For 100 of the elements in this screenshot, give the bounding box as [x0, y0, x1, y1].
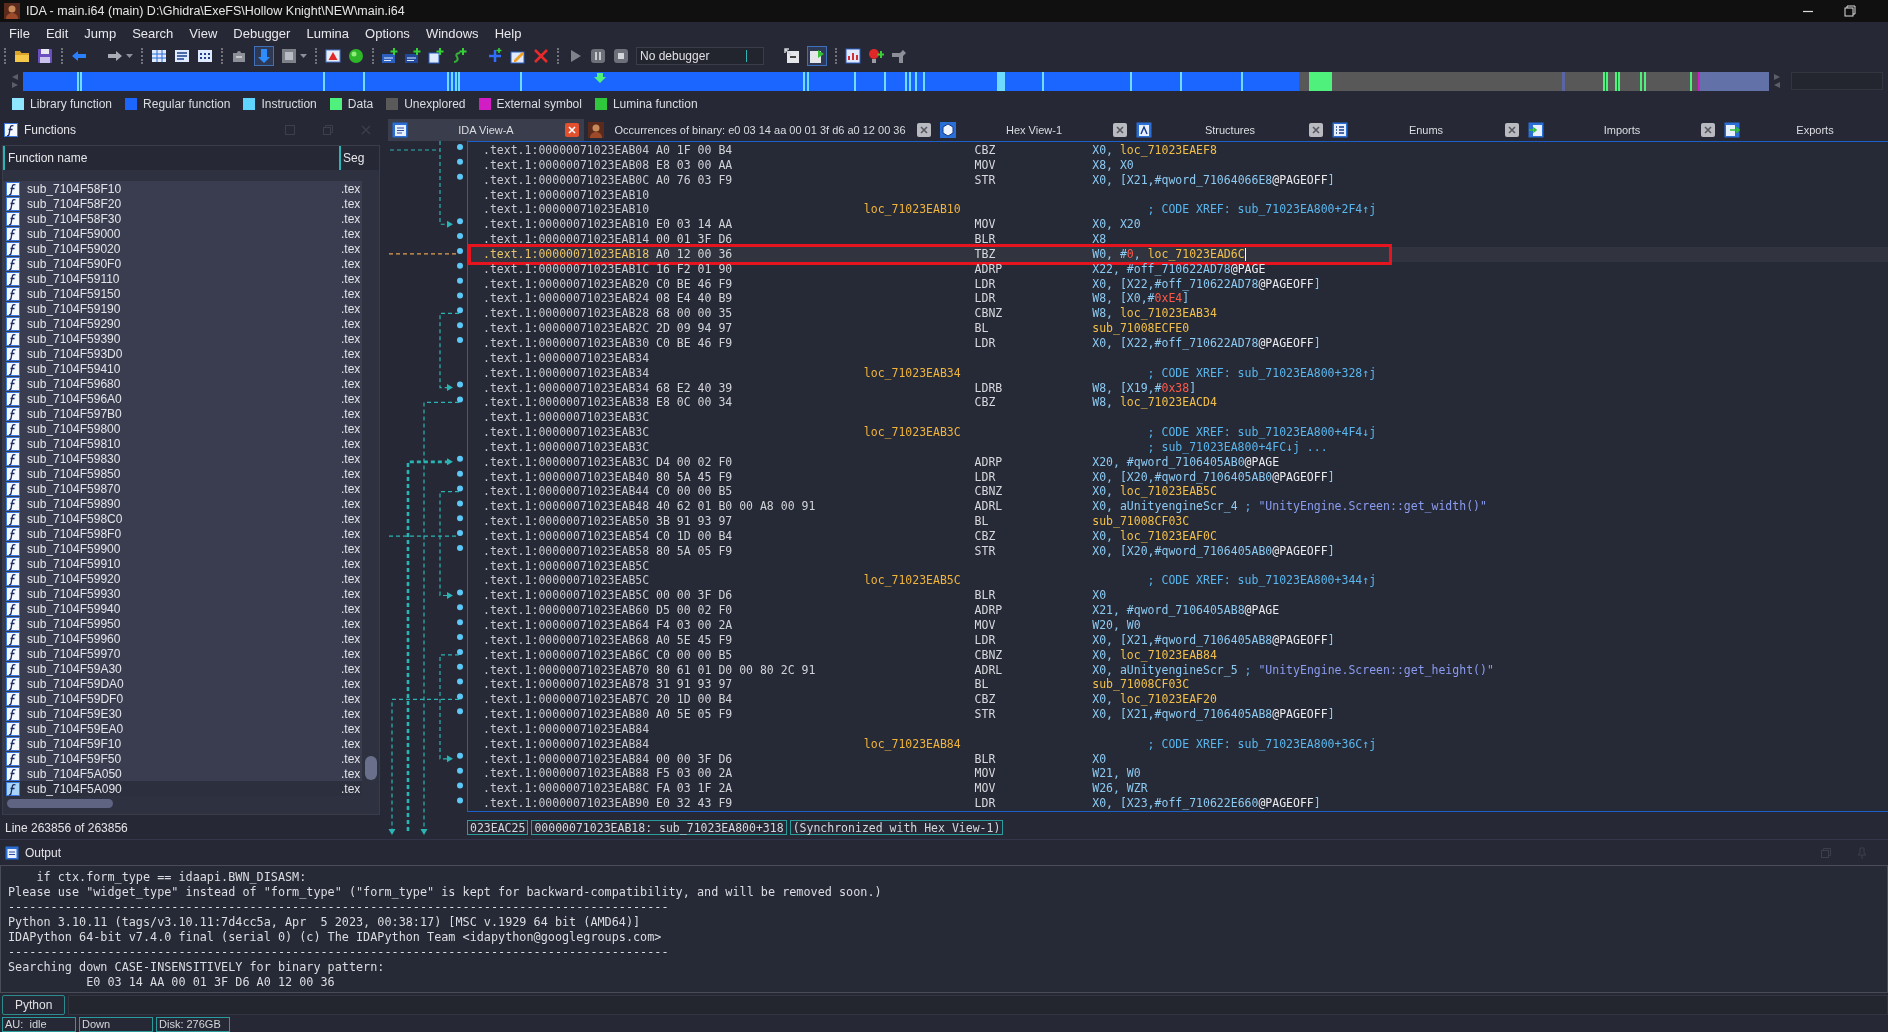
function-row[interactable]: sub_7104F59F10 .tex	[3, 736, 362, 751]
close-icon[interactable]	[1504, 122, 1520, 138]
function-row[interactable]: sub_7104F5A050 .tex	[3, 766, 362, 781]
function-row[interactable]: sub_7104F59150 .tex	[3, 286, 362, 301]
function-row[interactable]: sub_7104F59DA0 .tex	[3, 676, 362, 691]
function-row[interactable]: sub_7104F59940 .tex	[3, 601, 362, 616]
window-minus-icon[interactable]	[784, 48, 800, 64]
function-row[interactable]: sub_7104F59F50 .tex	[3, 751, 362, 766]
stop-icon[interactable]	[613, 48, 629, 64]
menu-item[interactable]: File	[1, 24, 38, 42]
debugger-select[interactable]: No debugger	[636, 47, 764, 65]
function-row[interactable]: sub_7104F59800 .tex	[3, 421, 362, 436]
close-icon[interactable]	[1700, 122, 1716, 138]
warning-icon[interactable]	[325, 48, 341, 64]
caret-icon[interactable]	[126, 54, 133, 58]
tab[interactable]: IDA View-A	[388, 119, 584, 141]
function-row[interactable]: sub_7104F596A0 .tex	[3, 391, 362, 406]
pipe-icon[interactable]	[891, 48, 907, 64]
function-row[interactable]: sub_7104F597B0 .tex	[3, 406, 362, 421]
function-row[interactable]: sub_7104F58F20 .tex	[3, 196, 362, 211]
dots-document-icon[interactable]	[197, 48, 213, 64]
document-plus-icon[interactable]	[428, 48, 444, 64]
function-row[interactable]: sub_7104F59830 .tex	[3, 451, 362, 466]
label-text[interactable]: loc_71023EAB5C	[863, 573, 961, 589]
function-row[interactable]: sub_7104F58F30 .tex	[3, 211, 362, 226]
pause-icon[interactable]	[590, 48, 606, 64]
function-row[interactable]: sub_7104F59110 .tex	[3, 271, 362, 286]
close-icon[interactable]	[916, 122, 932, 138]
function-row[interactable]: sub_7104F59890 .tex	[3, 496, 362, 511]
menu-item[interactable]: Jump	[76, 24, 125, 42]
function-row[interactable]: sub_7104F59920 .tex	[3, 571, 362, 586]
cross-icon[interactable]	[533, 48, 549, 64]
function-row[interactable]: sub_7104F590F0 .tex	[3, 256, 362, 271]
function-row[interactable]: sub_7104F59960 .tex	[3, 631, 362, 646]
toggle-button[interactable]	[254, 46, 274, 66]
label-text[interactable]: loc_71023EAB10	[863, 202, 961, 218]
close-icon[interactable]	[564, 122, 580, 138]
function-row[interactable]: sub_7104F598F0 .tex	[3, 526, 362, 541]
menu-item[interactable]: Edit	[37, 24, 77, 42]
block-plus-icon[interactable]	[382, 48, 398, 64]
function-row[interactable]: sub_7104F59930 .tex	[3, 586, 362, 601]
cli-button[interactable]: Python	[2, 995, 66, 1015]
function-row[interactable]: sub_7104F59900 .tex	[3, 541, 362, 556]
address-text: .text.1:00000071023EAB2C	[483, 321, 650, 336]
function-row[interactable]: sub_7104F58F10 .tex	[3, 181, 362, 196]
column-header[interactable]: Function name	[5, 146, 341, 170]
forward-arrow-icon[interactable]	[107, 48, 123, 64]
label-text[interactable]: loc_71023EAB3C	[863, 425, 961, 440]
menu-item[interactable]: Debugger	[225, 24, 299, 42]
bulb-plus-icon[interactable]	[868, 48, 884, 64]
mnemonic-text: BL	[974, 321, 989, 336]
grid-icon[interactable]	[151, 48, 167, 64]
function-row[interactable]: sub_7104F59970 .tex	[3, 646, 362, 661]
column-header[interactable]: Seg	[341, 146, 365, 170]
function-row[interactable]: sub_7104F5A090 .tex	[3, 781, 362, 796]
folder-icon[interactable]	[14, 48, 30, 64]
function-row[interactable]: sub_7104F59290 .tex	[3, 316, 362, 331]
function-row[interactable]: sub_7104F59910 .tex	[3, 556, 362, 571]
squiggle-plus-icon[interactable]	[451, 48, 467, 64]
menu-item[interactable]: View	[181, 24, 226, 42]
function-row[interactable]: sub_7104F59850 .tex	[3, 466, 362, 481]
function-row[interactable]: sub_7104F59020 .tex	[3, 241, 362, 256]
label-text[interactable]: loc_71023EAB84	[863, 736, 961, 752]
label-text[interactable]: loc_71023EAB34	[863, 365, 961, 381]
function-row[interactable]: sub_7104F59680 .tex	[3, 376, 362, 391]
function-row[interactable]: sub_7104F59DF0 .tex	[3, 691, 362, 706]
function-row[interactable]: sub_7104F593D0 .tex	[3, 346, 362, 361]
menu-item[interactable]: Windows	[417, 24, 487, 42]
block-plus-icon[interactable]	[405, 48, 421, 64]
function-row[interactable]: sub_7104F59410 .tex	[3, 361, 362, 376]
close-icon[interactable]	[1308, 122, 1324, 138]
square-icon[interactable]	[281, 48, 297, 64]
function-row[interactable]: sub_7104F59810 .tex	[3, 436, 362, 451]
function-row[interactable]: sub_7104F59390 .tex	[3, 331, 362, 346]
plus-icon[interactable]	[487, 48, 503, 64]
circle-icon[interactable]	[348, 48, 364, 64]
save-icon[interactable]	[37, 48, 53, 64]
menu-item[interactable]: Help	[486, 24, 530, 42]
back-arrow-icon[interactable]	[71, 48, 87, 64]
function-row[interactable]: sub_7104F59000 .tex	[3, 226, 362, 241]
function-row[interactable]: sub_7104F59950 .tex	[3, 616, 362, 631]
text-lines-icon[interactable]	[174, 48, 190, 64]
navigation-band[interactable]	[23, 71, 1769, 91]
toggle-button[interactable]	[807, 46, 827, 66]
function-row[interactable]: sub_7104F598C0 .tex	[3, 511, 362, 526]
pencil-icon[interactable]	[510, 48, 526, 64]
scrollbar-thumb[interactable]	[365, 756, 377, 780]
restore-icon[interactable]	[1844, 5, 1856, 17]
briefcase-icon[interactable]	[231, 48, 247, 64]
menu-item[interactable]: Lumina	[298, 24, 358, 42]
function-row[interactable]: sub_7104F59EA0 .tex	[3, 721, 362, 736]
function-row[interactable]: sub_7104F59190 .tex	[3, 301, 362, 316]
caret-icon[interactable]	[300, 54, 307, 58]
function-row[interactable]: sub_7104F59A30 .tex	[3, 661, 362, 676]
function-row[interactable]: sub_7104F59E30 .tex	[3, 706, 362, 721]
menu-item[interactable]: Options	[357, 24, 418, 42]
menu-item[interactable]: Search	[124, 24, 182, 42]
chart-document-icon[interactable]	[845, 48, 861, 64]
close-icon[interactable]	[1112, 122, 1128, 138]
function-row[interactable]: sub_7104F59870 .tex	[3, 481, 362, 496]
